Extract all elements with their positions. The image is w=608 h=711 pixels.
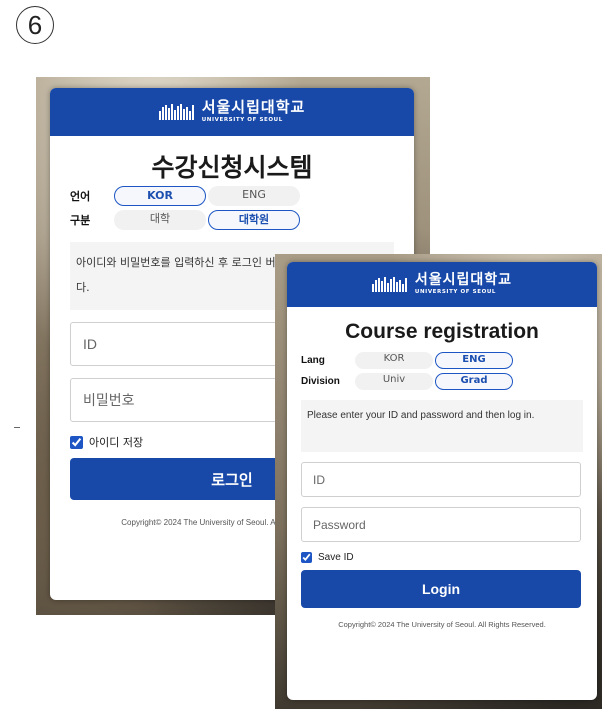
page-title: Course registration bbox=[345, 320, 539, 343]
language-row: 언어 KOR ENG bbox=[70, 184, 414, 208]
login-card-english: 서울시립대학교 UNIVERSITY OF SEOUL Course regis… bbox=[287, 262, 597, 700]
divider-tick bbox=[14, 427, 20, 428]
lang-eng-toggle[interactable]: ENG bbox=[208, 186, 300, 206]
lang-eng-toggle[interactable]: ENG bbox=[435, 352, 513, 369]
division-label: Division bbox=[301, 376, 340, 387]
login-button[interactable]: Login bbox=[301, 570, 581, 608]
save-id-option[interactable]: Save ID bbox=[301, 552, 583, 563]
division-grad-toggle[interactable]: Grad bbox=[435, 373, 513, 390]
lang-kor-toggle[interactable]: KOR bbox=[114, 186, 206, 206]
save-id-checkbox[interactable] bbox=[70, 435, 83, 449]
id-input[interactable] bbox=[301, 462, 581, 497]
division-grad-toggle[interactable]: 대학원 bbox=[208, 210, 300, 230]
language-label: Lang bbox=[301, 355, 325, 366]
division-undergrad-toggle[interactable]: 대학 bbox=[114, 210, 206, 230]
university-name: 서울시립대학교 bbox=[414, 272, 513, 289]
login-notice: Please enter your ID and password and th… bbox=[301, 400, 583, 452]
lang-kor-toggle[interactable]: KOR bbox=[355, 352, 433, 369]
university-banner: 서울시립대학교 UNIVERSITY OF SEOUL bbox=[50, 88, 414, 136]
page-title: 수강신청시스템 bbox=[151, 153, 313, 182]
copyright-text: Copyright© 2024 The University of Seoul.… bbox=[338, 620, 546, 629]
save-id-label: 아이디 저장 bbox=[89, 436, 144, 449]
step-number-badge: 6 bbox=[16, 6, 54, 44]
university-banner: 서울시립대학교 UNIVERSITY OF SEOUL bbox=[287, 262, 597, 307]
university-name: 서울시립대학교 bbox=[201, 98, 306, 117]
division-label: 구분 bbox=[70, 214, 91, 227]
language-label: 언어 bbox=[70, 190, 91, 203]
save-id-label: Save ID bbox=[318, 552, 354, 563]
language-row: Lang KOR ENG bbox=[301, 350, 597, 371]
university-logo-icon bbox=[371, 277, 407, 292]
division-row: 구분 대학 대학원 bbox=[70, 208, 414, 232]
division-undergrad-toggle[interactable]: Univ bbox=[355, 373, 433, 390]
division-row: Division Univ Grad bbox=[301, 371, 597, 392]
save-id-checkbox[interactable] bbox=[301, 552, 312, 563]
university-logo-icon bbox=[158, 104, 194, 120]
university-name-english: UNIVERSITY OF SEOUL bbox=[201, 117, 283, 124]
password-input[interactable] bbox=[301, 507, 581, 542]
university-name-english: UNIVERSITY OF SEOUL bbox=[414, 289, 497, 296]
